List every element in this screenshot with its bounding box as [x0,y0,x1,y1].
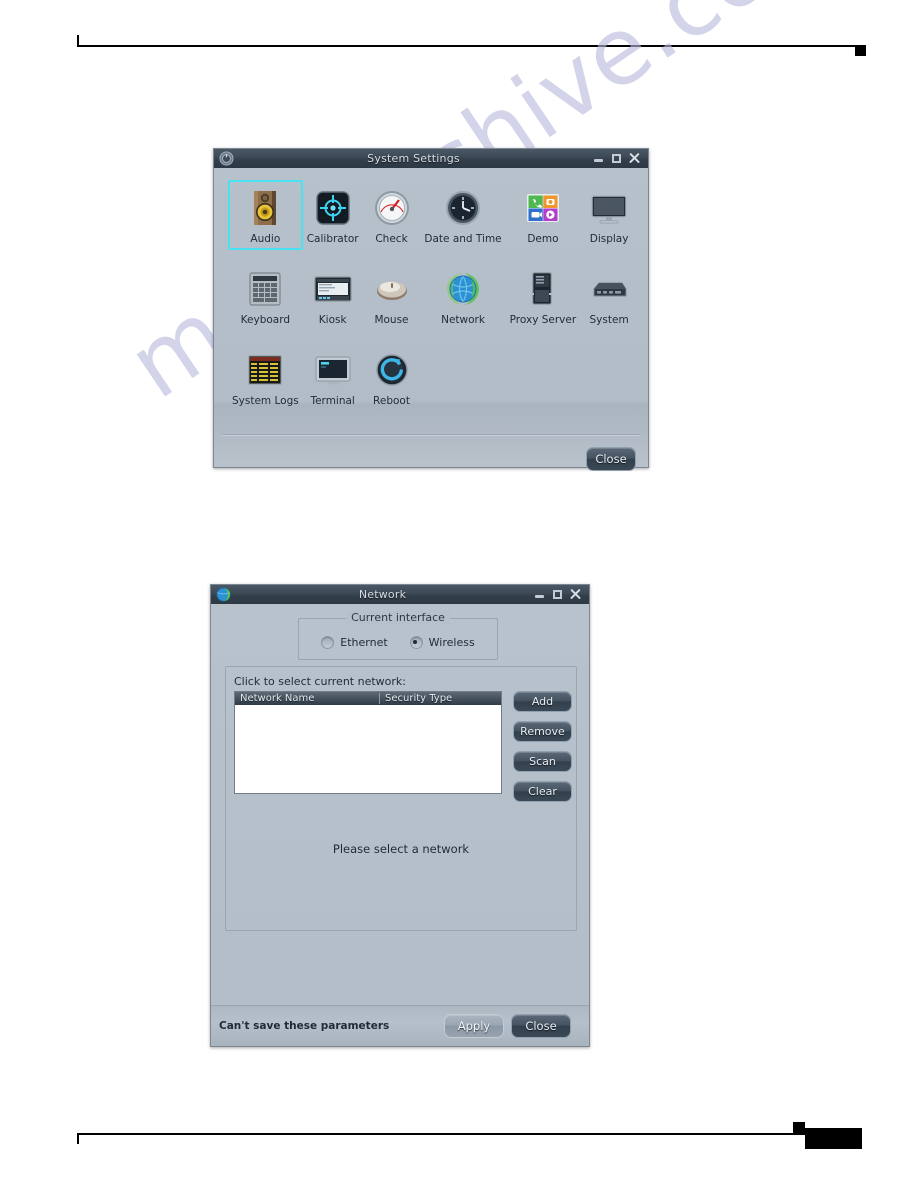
settings-item-terminal[interactable]: Terminal [303,342,363,412]
column-security-type: Security Type [385,693,453,704]
settings-item-kiosk[interactable]: Kiosk [303,261,363,331]
clock-icon [441,186,485,230]
column-network-name: Network Name [235,693,380,704]
gauge-icon [370,186,414,230]
maximize-icon[interactable] [552,589,563,600]
footer-rule [77,1133,858,1135]
interface-radio-group[interactable]: Ethernet Wireless [299,636,497,649]
settings-item-system-logs[interactable]: System Logs [228,342,303,412]
settings-item-calibrator[interactable]: Calibrator [303,180,363,250]
log-list-icon [243,348,287,392]
settings-close-button[interactable]: Close [586,447,636,471]
settings-title: System Settings [367,152,460,165]
close-icon[interactable] [629,153,640,164]
settings-item-display[interactable]: Display [580,180,638,250]
network-statusbar: Can't save these parameters Apply Close [211,1005,589,1046]
radio-wireless[interactable]: Wireless [409,636,475,649]
radio-dot-icon [409,636,423,649]
settings-item-label: Date and Time [424,233,502,245]
settings-item-system[interactable]: System [580,261,638,331]
settings-window-controls[interactable] [593,153,640,164]
radio-ethernet[interactable]: Ethernet [321,636,388,649]
settings-item-reboot[interactable]: Reboot [363,342,421,412]
settings-item-label: Check [375,233,408,245]
kiosk-screen-icon [311,267,355,311]
settings-item-label: System [589,314,629,326]
network-list-label: Click to select current network: [234,675,406,688]
network-list-header: Network Name Security Type [235,692,501,705]
settings-item-label: Proxy Server [509,314,577,326]
network-window-controls[interactable] [534,589,581,600]
settings-item-label: Calibrator [306,233,359,245]
globe-icon [441,267,485,311]
app-tiles-icon [521,186,565,230]
radio-ethernet-label: Ethernet [340,636,388,649]
keyboard-icon [243,267,287,311]
settings-item-check[interactable]: Check [363,180,421,250]
settings-item-keyboard[interactable]: Keyboard [228,261,303,331]
settings-item-label: Audio [250,233,281,245]
settings-gear-icon [218,151,234,167]
settings-item-label: Demo [527,233,559,245]
globe-icon [215,587,231,603]
network-title: Network [358,588,407,601]
settings-item-label: Terminal [310,395,355,407]
settings-item-label: System Logs [232,395,299,407]
system-settings-window[interactable]: System Settings Audio Calibrator Check D… [213,148,649,471]
network-list-body[interactable] [235,705,501,793]
settings-item-audio[interactable]: Audio [228,180,303,250]
settings-item-mouse[interactable]: Mouse [363,261,421,331]
remove-button[interactable]: Remove [513,721,572,742]
settings-footer: Close [214,435,648,471]
settings-item-label: Keyboard [240,314,291,326]
settings-item-label: Reboot [373,395,410,407]
settings-titlebar[interactable]: System Settings [214,149,648,169]
maximize-icon[interactable] [611,153,622,164]
speaker-icon [243,186,287,230]
settings-item-network[interactable]: Network [420,261,505,331]
minimize-icon[interactable] [534,589,545,600]
close-icon[interactable] [570,589,581,600]
crosshair-icon [311,186,355,230]
terminal-icon [311,348,355,392]
settings-item-label: Network [441,314,485,326]
apply-button[interactable]: Apply [444,1014,504,1038]
settings-item-label: Kiosk [318,314,347,326]
footer-left-tick [77,1133,79,1144]
settings-icon-grid: Audio Calibrator Check Date and Time Dem… [228,180,638,412]
network-list-actions[interactable]: Add Remove Scan Clear [513,691,572,811]
settings-item-proxy-server[interactable]: Proxy Server [506,261,581,331]
reboot-arrow-icon [370,348,414,392]
settings-item-label: Display [589,233,629,245]
footer-marker [793,1122,805,1133]
server-tower-icon [521,267,565,311]
settings-item-label: Mouse [374,314,409,326]
network-close-button[interactable]: Close [511,1014,571,1038]
radio-wireless-label: Wireless [428,636,475,649]
thin-client-icon [587,267,631,311]
radio-dot-icon [321,636,335,649]
clear-button[interactable]: Clear [513,781,572,802]
minimize-icon[interactable] [593,153,604,164]
scan-button[interactable]: Scan [513,751,572,772]
current-interface-label: Current interface [346,611,450,624]
add-button[interactable]: Add [513,691,572,712]
header-right-marker [855,45,866,56]
settings-item-date-and-time[interactable]: Date and Time [420,180,505,250]
network-titlebar[interactable]: Network [211,585,589,605]
network-window[interactable]: Network Current interface Ethernet Wirel… [210,584,590,1047]
empty-state-message: Please select a network [332,842,470,856]
network-selection-panel: Click to select current network: Network… [225,666,577,931]
footer-page-number-box [805,1128,862,1149]
monitor-icon [587,186,631,230]
header-left-tick [77,35,79,46]
network-body: Current interface Ethernet Wireless Clic… [211,604,589,1046]
current-interface-groupbox: Current interface Ethernet Wireless [298,611,498,660]
header-rule [77,45,858,47]
settings-item-demo[interactable]: Demo [506,180,581,250]
settings-body: Audio Calibrator Check Date and Time Dem… [214,168,648,471]
status-message: Can't save these parameters [219,1020,390,1032]
network-list[interactable]: Network Name Security Type [234,691,502,794]
mouse-icon [370,267,414,311]
